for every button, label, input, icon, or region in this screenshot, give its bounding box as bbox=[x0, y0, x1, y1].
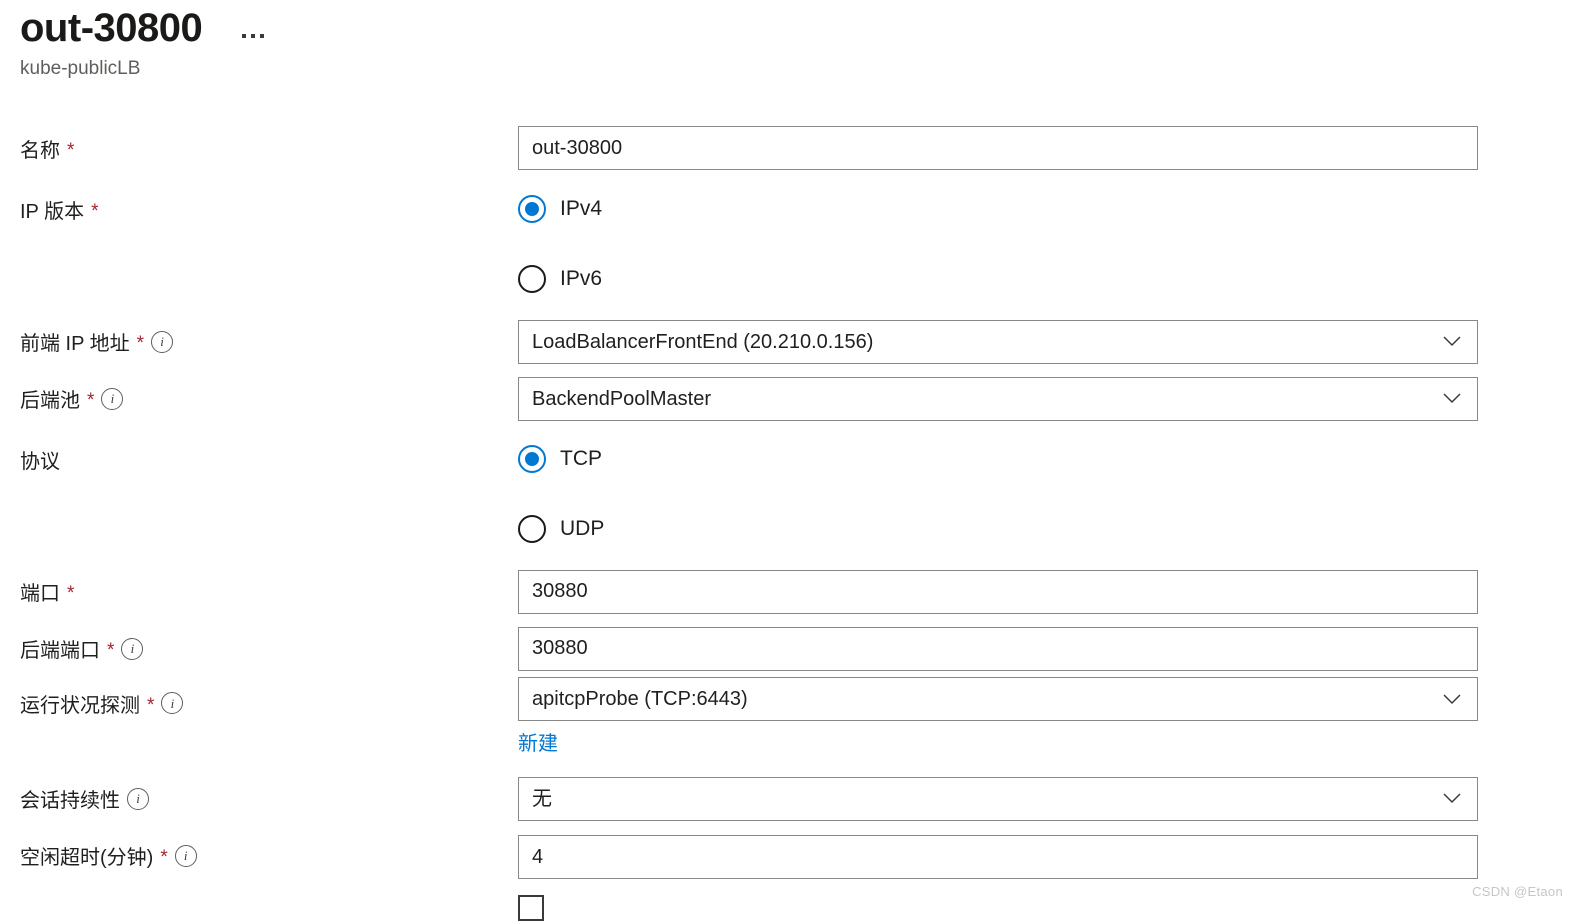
control-name bbox=[518, 126, 1571, 170]
field-row-backend-pool: 后端池 * i BackendPoolMaster bbox=[0, 370, 1571, 427]
control-port bbox=[518, 569, 1571, 614]
label-backend-port: 后端端口 * i bbox=[0, 634, 518, 663]
radio-label-tcp: TCP bbox=[560, 447, 602, 470]
control-ip-version: IPv4 IPv6 bbox=[518, 187, 1571, 301]
field-row-port: 端口 * bbox=[0, 563, 1571, 620]
field-row-backend-port: 后端端口 * i bbox=[0, 620, 1571, 677]
control-session-persistence: 无 bbox=[518, 776, 1571, 821]
protocol-radio-group: TCP UDP bbox=[518, 437, 1478, 551]
radio-option-ipv6[interactable]: IPv6 bbox=[518, 257, 1478, 301]
field-row-health-probe: 运行状况探测 * i apitcpProbe (TCP:6443) 新建 bbox=[0, 677, 1571, 756]
required-asterisk-port: * bbox=[67, 583, 75, 604]
label-name: 名称 * bbox=[0, 134, 518, 163]
label-protocol-text: 协议 bbox=[20, 450, 60, 473]
ellipsis-dot-2 bbox=[251, 34, 256, 38]
label-port: 端口 * bbox=[0, 577, 518, 606]
label-health-probe-text: 运行状况探测 bbox=[20, 694, 140, 717]
idle-timeout-input[interactable] bbox=[518, 835, 1478, 879]
label-frontend-ip: 前端 IP 地址 * i bbox=[0, 327, 518, 356]
required-asterisk-name: * bbox=[67, 139, 75, 161]
radio-label-ipv6: IPv6 bbox=[560, 267, 603, 290]
backend-port-input[interactable] bbox=[518, 626, 1478, 671]
label-port-text: 端口 bbox=[20, 583, 60, 605]
required-asterisk-frontend-ip: * bbox=[136, 333, 145, 354]
label-frontend-ip-text: 前端 IP 地址 bbox=[20, 333, 130, 355]
label-backend-port-text: 后端端口 bbox=[20, 640, 100, 662]
info-icon-backend-port[interactable]: i bbox=[121, 637, 144, 660]
label-idle-timeout-text: 空闲超时(分钟) bbox=[20, 847, 154, 869]
page-title: out-30800 bbox=[20, 6, 203, 50]
label-backend-pool: 后端池 * i bbox=[0, 384, 518, 413]
more-options-icon[interactable] bbox=[240, 10, 266, 46]
frontend-ip-dropdown[interactable]: LoadBalancerFrontEnd (20.210.0.156) bbox=[518, 319, 1478, 364]
radio-option-udp[interactable]: UDP bbox=[518, 507, 1478, 551]
label-backend-pool-text: 后端池 bbox=[20, 390, 80, 412]
radio-icon-udp bbox=[518, 515, 546, 543]
label-name-text: 名称 bbox=[20, 139, 60, 162]
info-icon-backend-pool[interactable]: i bbox=[101, 387, 124, 410]
page-header: out-30800 kube-publicLB bbox=[20, 6, 1420, 81]
info-icon-frontend-ip[interactable]: i bbox=[151, 330, 174, 353]
radio-label-ipv4: IPv4 bbox=[560, 197, 603, 220]
required-asterisk-backend-pool: * bbox=[87, 390, 95, 411]
label-session-persistence-text: 会话持续性 bbox=[20, 790, 120, 812]
field-row-protocol: 协议 TCP UDP bbox=[0, 437, 1571, 551]
field-row-ip-version: IP 版本 * IPv4 IPv6 bbox=[0, 187, 1571, 301]
field-row-name: 名称 * bbox=[0, 117, 1571, 179]
page-subtitle: kube-publicLB bbox=[20, 58, 141, 79]
control-backend-pool: BackendPoolMaster bbox=[518, 376, 1571, 421]
label-idle-timeout: 空闲超时(分钟) * i bbox=[0, 827, 518, 884]
required-asterisk-idle-timeout: * bbox=[160, 847, 168, 868]
port-input[interactable] bbox=[518, 569, 1478, 614]
ellipsis-dot-3 bbox=[260, 34, 265, 38]
control-protocol: TCP UDP bbox=[518, 437, 1571, 551]
chevron-down-icon bbox=[1443, 793, 1461, 804]
watermark: CSDN @Etaon bbox=[1472, 884, 1563, 899]
label-ip-version-text: IP 版本 bbox=[20, 200, 85, 223]
required-asterisk-backend-port: * bbox=[107, 640, 115, 661]
title-row: out-30800 bbox=[20, 6, 1420, 50]
ip-version-radio-group: IPv4 IPv6 bbox=[518, 187, 1478, 301]
radio-icon-ipv4 bbox=[518, 195, 546, 223]
required-asterisk-ip-version: * bbox=[91, 200, 99, 222]
required-asterisk-health-probe: * bbox=[147, 694, 155, 716]
radio-icon-ipv6 bbox=[518, 265, 546, 293]
settings-form: 名称 * IP 版本 * IPv4 IPv6 bbox=[0, 117, 1571, 921]
info-icon-session-persistence[interactable]: i bbox=[127, 787, 149, 810]
control-frontend-ip: LoadBalancerFrontEnd (20.210.0.156) bbox=[518, 319, 1571, 364]
health-probe-value: apitcpProbe (TCP:6443) bbox=[532, 688, 748, 710]
chevron-down-icon bbox=[1443, 336, 1461, 347]
info-icon-idle-timeout[interactable]: i bbox=[174, 844, 197, 867]
frontend-ip-value: LoadBalancerFrontEnd (20.210.0.156) bbox=[532, 330, 874, 353]
label-health-probe: 运行状况探测 * i bbox=[0, 677, 518, 729]
floating-ip-checkbox[interactable] bbox=[518, 895, 544, 921]
radio-label-udp: UDP bbox=[560, 517, 605, 540]
session-persistence-value: 无 bbox=[532, 787, 552, 810]
control-backend-port bbox=[518, 626, 1571, 671]
create-new-probe-link[interactable]: 新建 bbox=[518, 727, 558, 756]
radio-option-tcp[interactable]: TCP bbox=[518, 437, 1478, 481]
health-probe-dropdown[interactable]: apitcpProbe (TCP:6443) bbox=[518, 677, 1478, 721]
backend-pool-value: BackendPoolMaster bbox=[532, 387, 711, 410]
name-input[interactable] bbox=[518, 126, 1478, 170]
label-session-persistence: 会话持续性 i bbox=[0, 784, 518, 813]
backend-pool-dropdown[interactable]: BackendPoolMaster bbox=[518, 376, 1478, 421]
radio-option-ipv4[interactable]: IPv4 bbox=[518, 187, 1478, 231]
label-protocol: 协议 bbox=[0, 437, 518, 481]
field-row-idle-timeout: 空闲超时(分钟) * i bbox=[0, 827, 1571, 921]
info-icon-health-probe[interactable]: i bbox=[161, 692, 184, 714]
radio-icon-tcp bbox=[518, 445, 546, 473]
session-persistence-dropdown[interactable]: 无 bbox=[518, 776, 1478, 821]
control-health-probe: apitcpProbe (TCP:6443) 新建 bbox=[518, 677, 1571, 756]
control-idle-timeout bbox=[518, 827, 1571, 921]
ellipsis-dot-1 bbox=[242, 34, 247, 38]
chevron-down-icon bbox=[1443, 393, 1461, 404]
field-row-frontend-ip: 前端 IP 地址 * i LoadBalancerFrontEnd (20.21… bbox=[0, 313, 1571, 370]
label-ip-version: IP 版本 * bbox=[0, 187, 518, 231]
field-row-session-persistence: 会话持续性 i 无 bbox=[0, 770, 1571, 827]
chevron-down-icon bbox=[1443, 693, 1461, 705]
